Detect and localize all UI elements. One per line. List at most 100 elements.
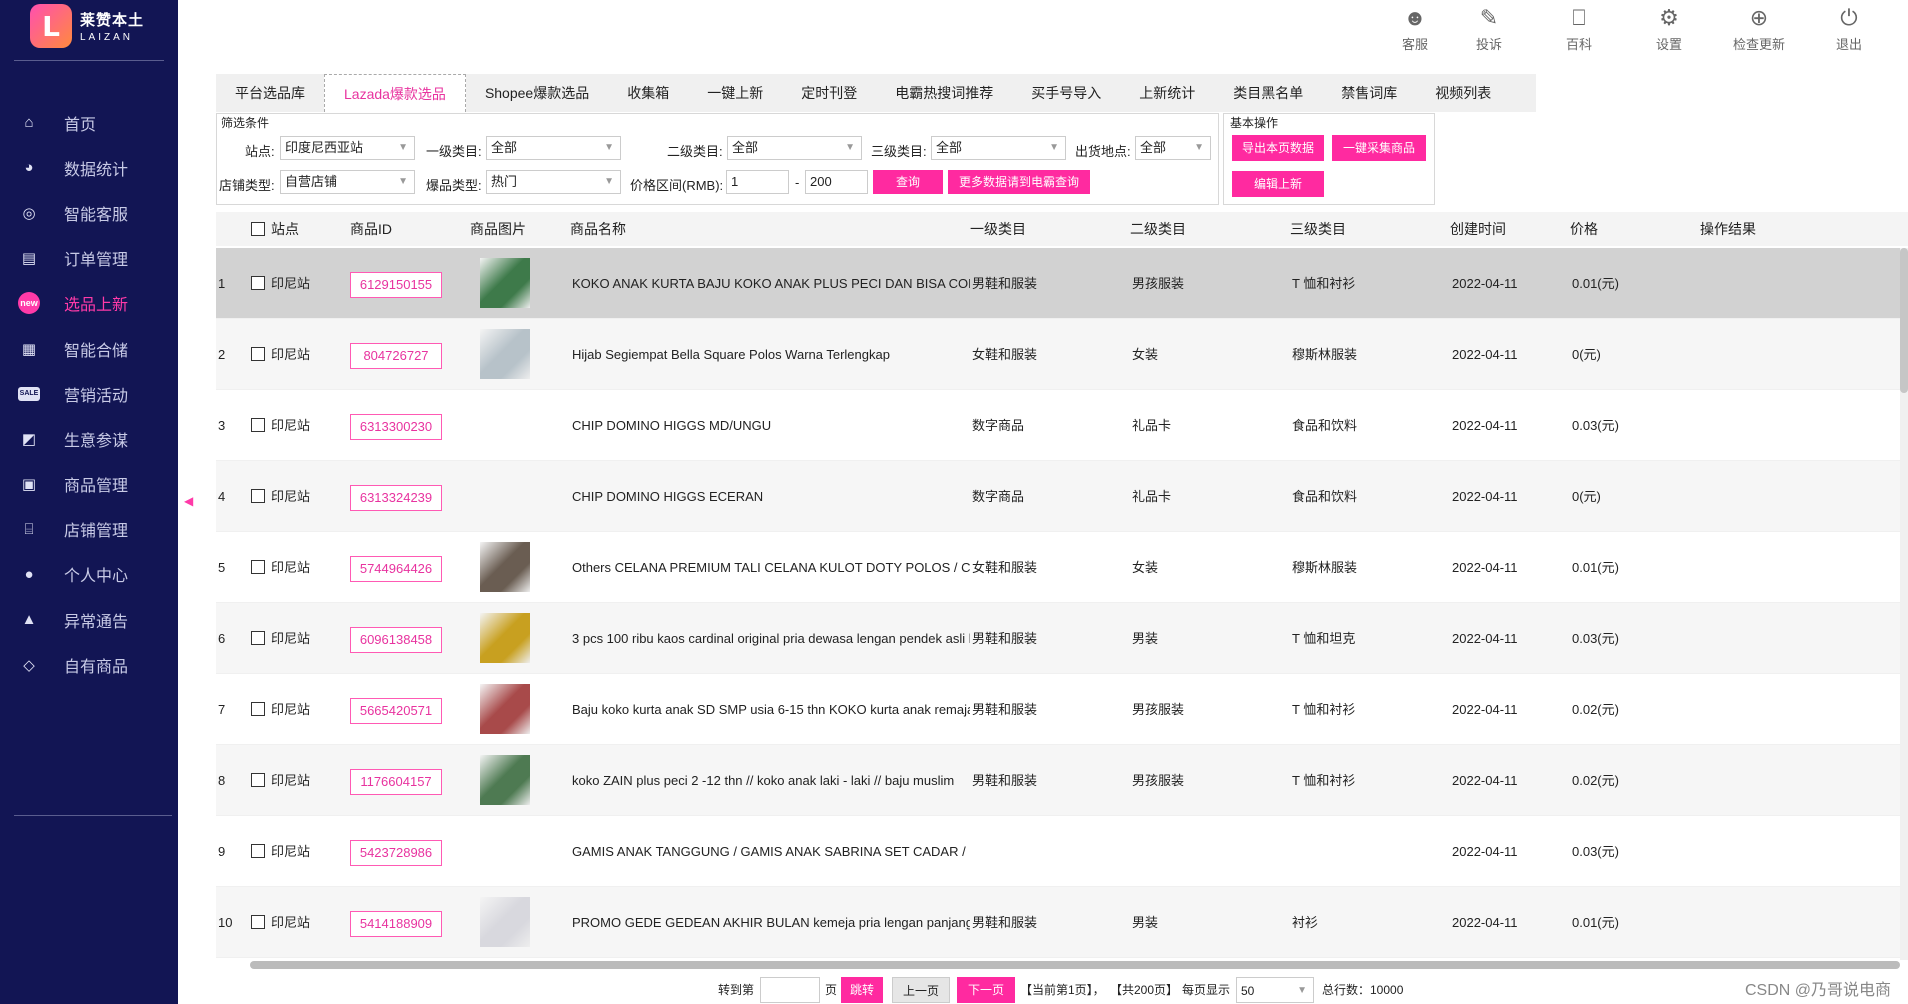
price-min-input[interactable]: 1 <box>726 170 789 194</box>
cat2-select[interactable]: 全部 ▼ <box>727 136 862 160</box>
scrollbar-thumb[interactable] <box>1900 248 1908 393</box>
tab-1[interactable]: Lazada爆款选品 <box>324 74 466 112</box>
query-button[interactable]: 查询 <box>873 170 943 194</box>
sidebar-item-8[interactable]: ▣ 商品管理 <box>0 462 178 507</box>
total-rows: 总行数：10000 <box>1322 983 1404 997</box>
tab-5[interactable]: 定时刊登 <box>782 74 876 112</box>
tab-0[interactable]: 平台选品库 <box>216 74 324 112</box>
sidebar-item-9[interactable]: ⌸ 店铺管理 <box>0 507 178 552</box>
table-row[interactable]: 5 印尼站 5744964426 Others CELANA PREMIUM TALI… <box>216 532 1902 603</box>
topbar-book-button[interactable]: ⎕ 百科 <box>1544 4 1614 53</box>
product-id-link[interactable]: 5744964426 <box>350 556 442 582</box>
product-id-link[interactable]: 6313300230 <box>350 414 442 440</box>
tab-3[interactable]: 收集箱 <box>608 74 688 112</box>
tab-7[interactable]: 买手号导入 <box>1012 74 1120 112</box>
product-thumbnail[interactable] <box>480 684 530 734</box>
product-thumbnail[interactable] <box>480 329 530 379</box>
edit-publish-button[interactable]: 编辑上新 <box>1232 171 1324 197</box>
hot-type-select[interactable]: 热门 ▼ <box>486 170 621 194</box>
export-page-button[interactable]: 导出本页数据 <box>1232 135 1324 161</box>
sidebar-item-6[interactable]: SALE 营销活动 <box>0 371 178 416</box>
product-id-link[interactable]: 1176604157 <box>350 769 442 795</box>
product-id-link[interactable]: 5665420571 <box>350 698 442 724</box>
product-name: Baju koko kurta anak SD SMP usia 6-15 th… <box>572 702 970 717</box>
product-id-link[interactable]: 804726727 <box>350 343 442 369</box>
tab-10[interactable]: 禁售词库 <box>1322 74 1416 112</box>
shop-type-select-value: 自营店铺 <box>285 174 338 189</box>
topbar-label: 退出 <box>1835 37 1862 52</box>
sidebar-item-1[interactable]: ◕ 数据统计 <box>0 145 178 190</box>
product-id-link[interactable]: 6313324239 <box>350 485 442 511</box>
product-id-link[interactable]: 5423728986 <box>350 840 442 866</box>
sidebar-item-3[interactable]: ▤ 订单管理 <box>0 236 178 281</box>
row-cat2: 礼品卡 <box>1132 489 1172 504</box>
collapse-sidebar-icon[interactable]: ◀ <box>184 494 193 508</box>
row-checkbox[interactable] <box>251 418 265 432</box>
row-checkbox[interactable] <box>251 347 265 361</box>
table-row[interactable]: 7 印尼站 5665420571 Baju koko kurta anak SD SM… <box>216 674 1902 745</box>
tab-2[interactable]: Shopee爆款选品 <box>466 74 608 112</box>
tab-8[interactable]: 上新统计 <box>1120 74 1214 112</box>
sidebar-item-7[interactable]: ◩ 生意参谋 <box>0 416 178 461</box>
product-thumbnail[interactable] <box>480 897 530 947</box>
jump-button[interactable]: 跳转 <box>841 977 883 1003</box>
ship-select[interactable]: 全部 ▼ <box>1135 136 1211 160</box>
product-id-link[interactable]: 5414188909 <box>350 911 442 937</box>
product-thumbnail[interactable] <box>480 258 530 308</box>
table-row[interactable]: 1 印尼站 6129150155 KOKO ANAK KURTA BAJU KOKO … <box>216 248 1902 319</box>
select-all-checkbox[interactable] <box>251 222 265 236</box>
site-select[interactable]: 印度尼西亚站 ▼ <box>280 136 415 160</box>
row-checkbox[interactable] <box>251 631 265 645</box>
shop-type-select[interactable]: 自营店铺 ▼ <box>280 170 415 194</box>
sidebar-item-10[interactable]: ● 个人中心 <box>0 552 178 597</box>
vertical-scrollbar[interactable] <box>1900 248 1908 960</box>
table-row[interactable]: 9 印尼站 5423728986 GAMIS ANAK TANGGUNG / GAMI… <box>216 816 1902 887</box>
product-thumbnail[interactable] <box>480 542 530 592</box>
topbar-update-button[interactable]: ⊕ 检查更新 <box>1724 4 1794 53</box>
goto-page-input[interactable] <box>760 977 820 1003</box>
sidebar-item-0[interactable]: ⌂ 首页 <box>0 100 178 145</box>
table-row[interactable]: 2 印尼站 804726727 Hijab Segiempat Bella Squar… <box>216 319 1902 390</box>
tab-6[interactable]: 电霸热搜词推荐 <box>876 74 1012 112</box>
horizontal-scrollbar[interactable] <box>250 961 1900 969</box>
topbar-complaint-button[interactable]: ✎ 投诉 <box>1454 4 1524 53</box>
table-row[interactable]: 10 印尼站 5414188909 PROMO GEDE GEDEAN AKHIR B… <box>216 887 1902 958</box>
product-id-link[interactable]: 6096138458 <box>350 627 442 653</box>
topbar-customer-service-button[interactable]: ☻ 客服 <box>1380 4 1450 53</box>
row-checkbox[interactable] <box>251 489 265 503</box>
prev-page-button[interactable]: 上一页 <box>892 977 950 1003</box>
topbar-gear-button[interactable]: ⚙ 设置 <box>1634 4 1704 53</box>
row-checkbox[interactable] <box>251 773 265 787</box>
table-row[interactable]: 8 印尼站 1176604157 koko ZAIN plus peci 2 -12 … <box>216 745 1902 816</box>
row-checkbox[interactable] <box>251 844 265 858</box>
row-number: 4 <box>218 489 226 504</box>
product-thumbnail[interactable] <box>480 755 530 805</box>
row-checkbox[interactable] <box>251 702 265 716</box>
table-row[interactable]: 3 印尼站 6313300230 CHIP DOMINO HIGGS MD/UNGU 数… <box>216 390 1902 461</box>
price-max-input[interactable]: 200 <box>805 170 868 194</box>
more-data-button[interactable]: 更多数据请到电霸查询 <box>948 170 1090 194</box>
sidebar-item-5[interactable]: ▦ 智能合储 <box>0 326 178 371</box>
tab-9[interactable]: 类目黑名单 <box>1214 74 1322 112</box>
row-checkbox[interactable] <box>251 276 265 290</box>
sidebar-item-4[interactable]: new 选品上新 <box>0 281 178 326</box>
sidebar-item-11[interactable]: ▲ 异常通告 <box>0 597 178 642</box>
next-page-button[interactable]: 下一页 <box>957 977 1015 1003</box>
topbar-power-button[interactable]: ⏻ 退出 <box>1814 4 1884 53</box>
ship-select-value: 全部 <box>1140 140 1167 155</box>
cat3-select[interactable]: 全部 ▼ <box>931 136 1066 160</box>
cat1-select[interactable]: 全部 ▼ <box>486 136 621 160</box>
collect-products-button[interactable]: 一键采集商品 <box>1332 135 1426 161</box>
product-thumbnail[interactable] <box>480 613 530 663</box>
table-row[interactable]: 4 印尼站 6313324239 CHIP DOMINO HIGGS ECERAN 数字… <box>216 461 1902 532</box>
product-id-link[interactable]: 6129150155 <box>350 272 442 298</box>
sidebar-item-12[interactable]: ◇ 自有商品 <box>0 642 178 687</box>
tab-11[interactable]: 视频列表 <box>1416 74 1510 112</box>
table-row[interactable]: 6 印尼站 6096138458 3 pcs 100 ribu kaos cardin… <box>216 603 1902 674</box>
sidebar-item-2[interactable]: ◎ 智能客服 <box>0 190 178 235</box>
row-checkbox[interactable] <box>251 915 265 929</box>
per-page-select[interactable]: 50 ▼ <box>1236 977 1314 1003</box>
brand-logo[interactable]: L 莱赞本土 LAIZAN <box>30 4 144 48</box>
tab-4[interactable]: 一键上新 <box>688 74 782 112</box>
row-checkbox[interactable] <box>251 560 265 574</box>
